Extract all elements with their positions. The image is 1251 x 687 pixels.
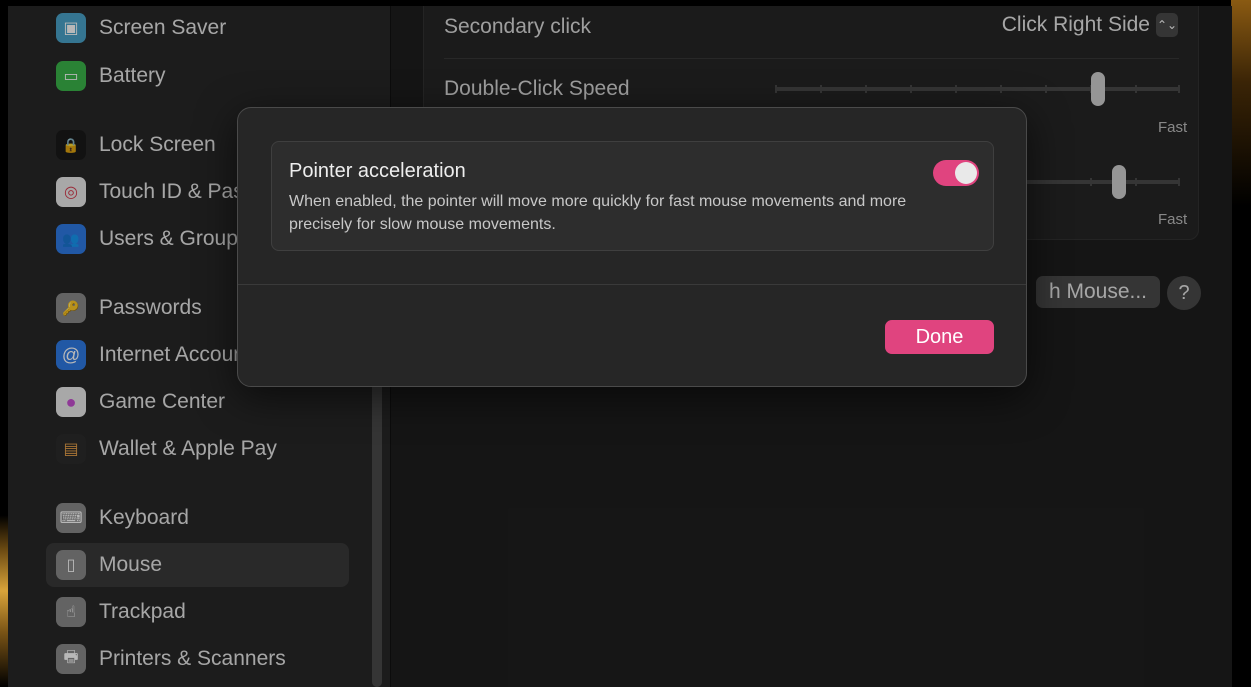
toggle-knob xyxy=(955,162,977,184)
sheet-separator xyxy=(238,284,1026,285)
done-button[interactable]: Done xyxy=(885,320,994,354)
pointer-acceleration-title: Pointer acceleration xyxy=(289,160,466,182)
pointer-acceleration-sheet: Pointer acceleration When enabled, the p… xyxy=(237,107,1027,387)
wallpaper-right xyxy=(1231,0,1251,687)
wallpaper-left xyxy=(0,0,8,687)
pointer-acceleration-toggle[interactable] xyxy=(933,160,979,186)
done-button-label: Done xyxy=(915,325,964,348)
pointer-acceleration-card: Pointer acceleration When enabled, the p… xyxy=(271,141,994,251)
pointer-acceleration-description: When enabled, the pointer will move more… xyxy=(289,193,907,233)
